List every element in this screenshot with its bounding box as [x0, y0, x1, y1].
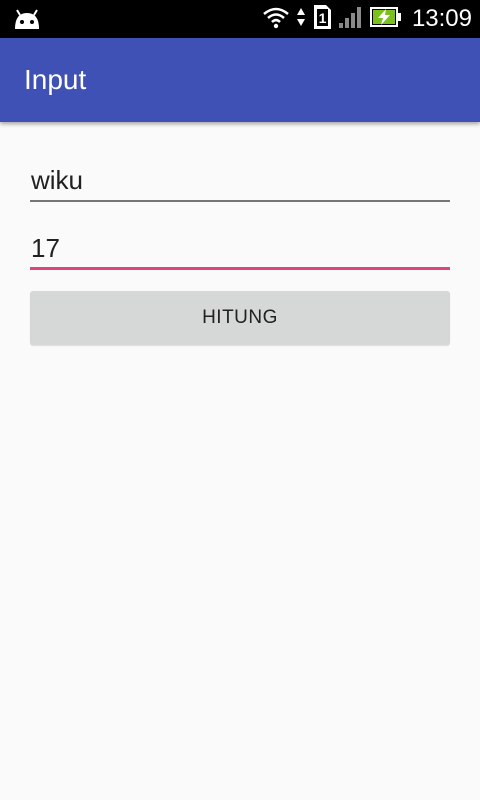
sim-label: 1 [319, 10, 327, 26]
content: HITUNG [0, 122, 480, 800]
hitung-button[interactable]: HITUNG [30, 291, 450, 345]
name-input[interactable] [30, 158, 450, 202]
number-field [30, 226, 450, 270]
sim-icon: 1 [312, 4, 332, 35]
number-input[interactable] [30, 226, 450, 270]
wifi-icon [262, 5, 290, 34]
name-field-underline [30, 200, 450, 202]
signal-icon [338, 5, 364, 34]
page-title: Input [24, 64, 87, 95]
name-field [30, 158, 450, 202]
data-arrows-icon [296, 5, 306, 34]
clock: 13:09 [411, 5, 472, 32]
android-icon [12, 7, 42, 31]
number-field-underline [30, 267, 450, 270]
status-bar: 1 13:09 [0, 0, 480, 38]
app-bar: Input [0, 38, 480, 122]
status-icons: 1 13:09 [262, 0, 472, 38]
battery-charging-icon [369, 5, 402, 34]
